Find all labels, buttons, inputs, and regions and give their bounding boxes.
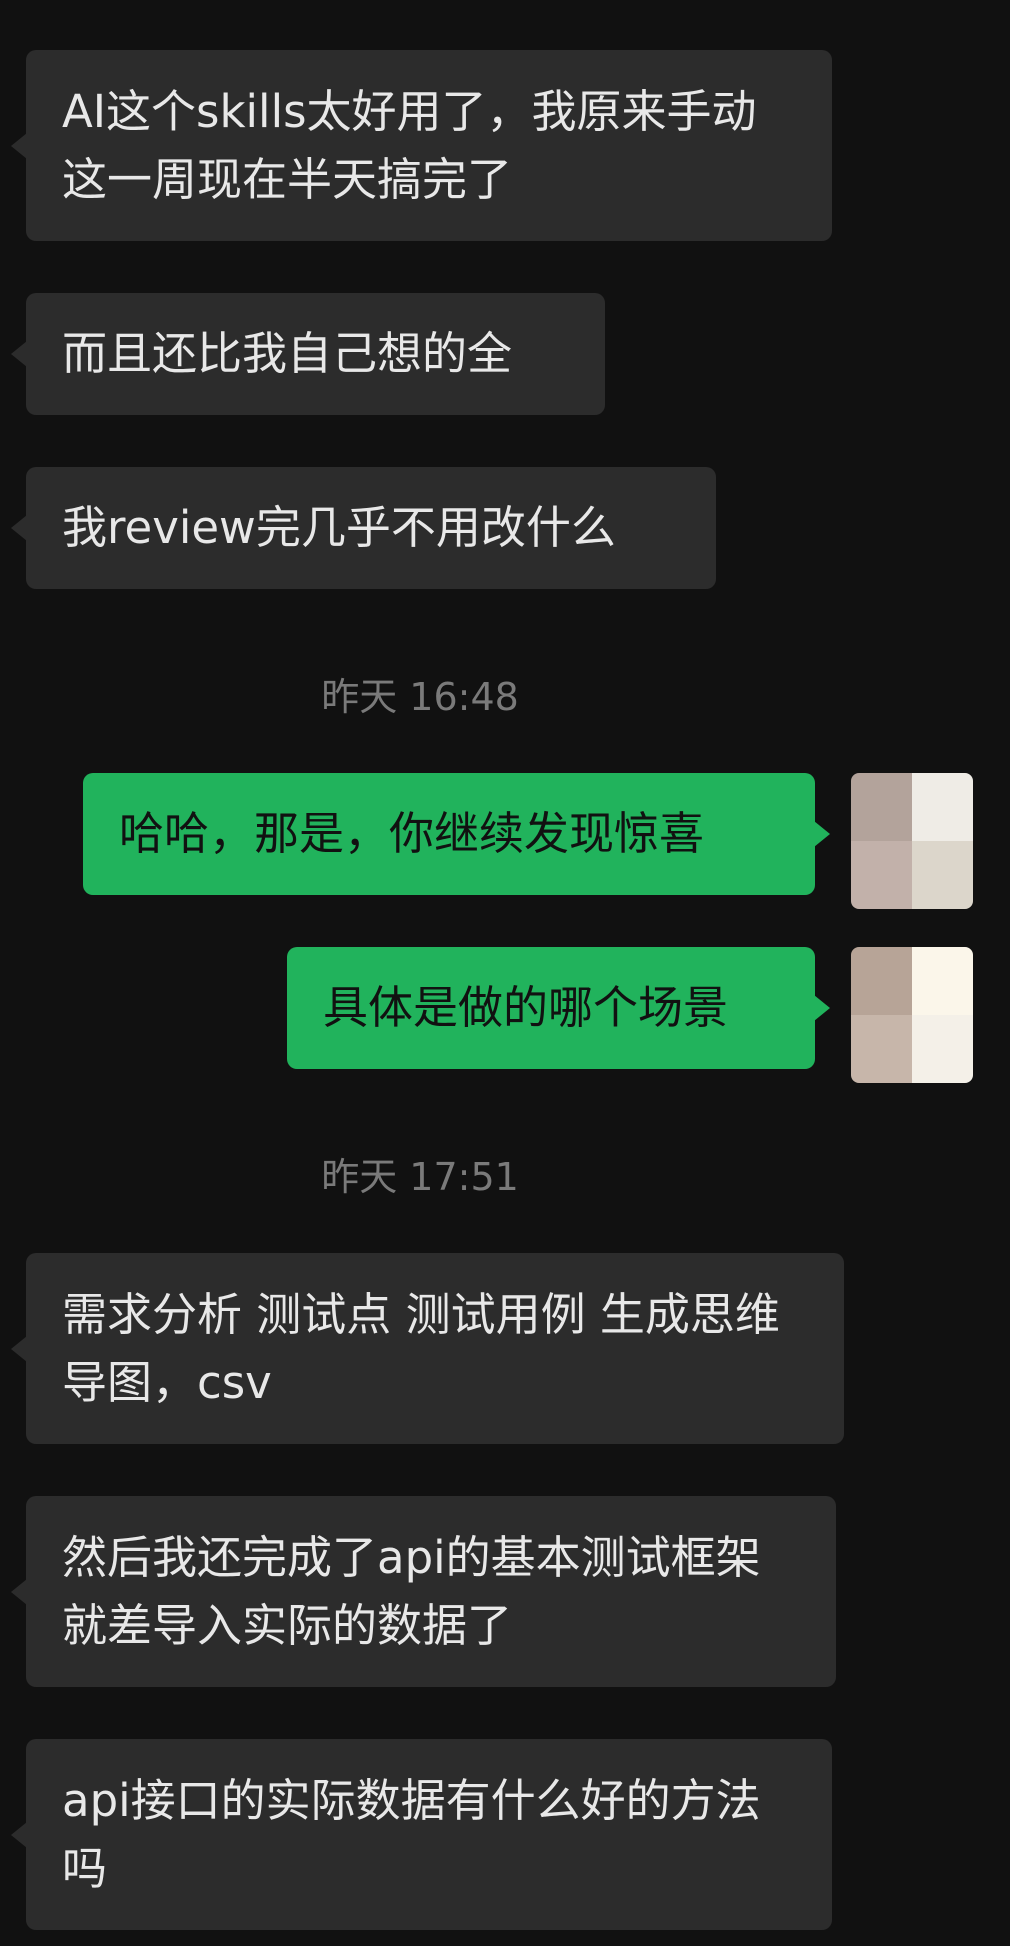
message-text: 需求分析 测试点 测试用例 生成思维导图，csv (62, 1287, 780, 1409)
message-bubble-incoming[interactable]: AI这个skills太好用了，我原来手动这一周现在半天搞完了 (11, 50, 832, 241)
avatar-pixel (851, 1015, 912, 1083)
message-bubble-incoming[interactable]: 然后我还完成了api的基本测试框架就差导入实际的数据了 (11, 1496, 836, 1687)
avatar-pixel (851, 841, 912, 909)
message-bubble-incoming[interactable]: 而且还比我自己想的全 (11, 293, 605, 415)
avatar-pixel (851, 773, 912, 841)
message-bubble-incoming[interactable]: api接口的实际数据有什么好的方法吗 (11, 1739, 832, 1930)
message-text: 而且还比我自己想的全 (62, 327, 513, 380)
avatar-pixel (912, 773, 973, 841)
avatar-pixel (851, 947, 912, 1015)
message-bubble-outgoing[interactable]: 具体是做的哪个场景 (287, 947, 830, 1069)
avatar-self[interactable] (851, 773, 973, 909)
timestamp: 昨天 16:48 (321, 675, 519, 719)
message-bubble-incoming[interactable]: 需求分析 测试点 测试用例 生成思维导图，csv (11, 1253, 844, 1444)
message-text: 然后我还完成了api的基本测试框架就差导入实际的数据了 (62, 1530, 761, 1652)
avatar-self[interactable] (851, 947, 973, 1083)
avatar-pixel (912, 1015, 973, 1083)
avatar-pixel (912, 841, 973, 909)
message-text: 我review完几乎不用改什么 (62, 501, 616, 554)
avatar-pixel (912, 947, 973, 1015)
timestamp: 昨天 17:51 (321, 1155, 519, 1199)
message-text: AI这个skills太好用了，我原来手动这一周现在半天搞完了 (62, 84, 757, 206)
message-bubble-incoming[interactable]: 我review完几乎不用改什么 (11, 467, 716, 589)
message-text: 具体是做的哪个场景 (323, 981, 729, 1034)
message-bubble-outgoing[interactable]: 哈哈，那是，你继续发现惊喜 (83, 773, 830, 895)
message-text: api接口的实际数据有什么好的方法吗 (62, 1773, 761, 1895)
message-text: 哈哈，那是，你继续发现惊喜 (119, 807, 705, 860)
